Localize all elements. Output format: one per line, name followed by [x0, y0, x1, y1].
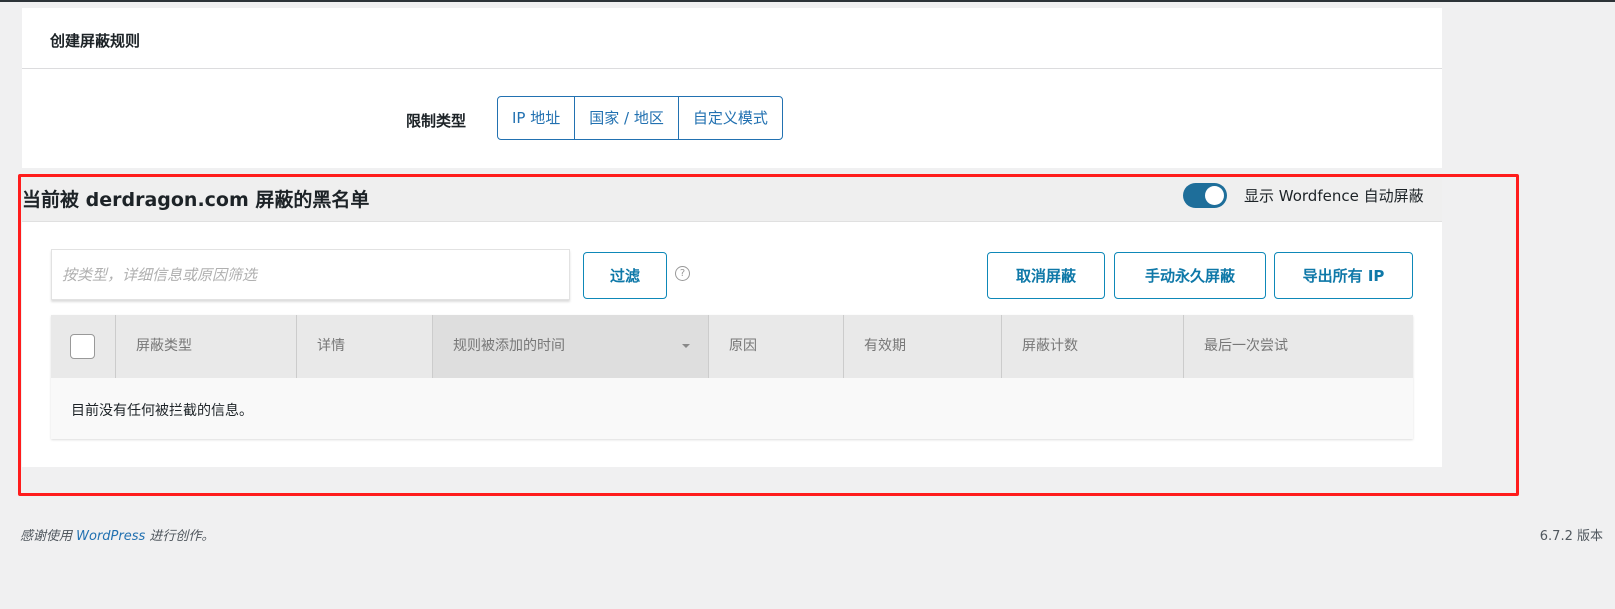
blocks-table: 屏蔽类型 详情 规则被添加的时间 原因 有效期 屏蔽计数 最后一次尝试 目前没有…	[51, 315, 1413, 439]
blacklist-card: 过滤 ? 取消屏蔽 手动永久屏蔽 导出所有 IP 屏蔽类型 详情 规则被添加的时…	[22, 221, 1442, 467]
col-expiration[interactable]: 有效期	[843, 315, 1001, 378]
export-ips-button[interactable]: 导出所有 IP	[1274, 252, 1413, 299]
filter-input[interactable]	[51, 249, 570, 300]
unblock-button[interactable]: 取消屏蔽	[987, 252, 1105, 299]
auto-block-toggle[interactable]	[1183, 183, 1227, 208]
option-custom-pattern[interactable]: 自定义模式	[677, 97, 782, 139]
blacklist-header: 当前被 derdragon.com 屏蔽的黑名单 显示 Wordfence 自动…	[20, 176, 1442, 221]
divider	[22, 68, 1442, 69]
toggle-label: 显示 Wordfence 自动屏蔽	[1244, 187, 1424, 205]
help-icon[interactable]: ?	[675, 266, 690, 281]
col-last-attempt[interactable]: 最后一次尝试	[1183, 315, 1413, 378]
col-added-time[interactable]: 规则被添加的时间	[432, 315, 708, 378]
sort-caret-icon	[682, 344, 690, 348]
footer-text: 感谢使用	[20, 529, 77, 544]
admin-bar-edge	[0, 0, 1615, 2]
filter-button[interactable]: 过滤	[583, 252, 667, 299]
col-reason[interactable]: 原因	[708, 315, 843, 378]
footer-text: 进行创作。	[145, 529, 215, 544]
footer-thanks: 感谢使用 WordPress 进行创作。	[20, 525, 214, 544]
blacklist-title: 当前被 derdragon.com 屏蔽的黑名单	[22, 189, 370, 211]
col-block-count[interactable]: 屏蔽计数	[1001, 315, 1183, 378]
select-all-checkbox[interactable]	[70, 334, 95, 359]
restriction-type-segmented: IP 地址 国家 / 地区 自定义模式	[497, 96, 783, 140]
empty-message: 目前没有任何被拦截的信息。	[51, 378, 1413, 439]
block-permanently-button[interactable]: 手动永久屏蔽	[1114, 252, 1266, 299]
col-label: 规则被添加的时间	[453, 338, 565, 354]
version-label: 6.7.2 版本	[1539, 529, 1603, 544]
create-rule-panel: 创建屏蔽规则 限制类型 IP 地址 国家 / 地区 自定义模式	[22, 8, 1442, 168]
option-ip-address[interactable]: IP 地址	[498, 97, 574, 139]
option-country[interactable]: 国家 / 地区	[574, 97, 678, 139]
col-details[interactable]: 详情	[296, 315, 432, 378]
restriction-type-label: 限制类型	[406, 112, 467, 130]
panel-title: 创建屏蔽规则	[50, 32, 141, 50]
wordpress-link[interactable]: WordPress	[76, 529, 145, 544]
table-header: 屏蔽类型 详情 规则被添加的时间 原因 有效期 屏蔽计数 最后一次尝试	[51, 315, 1413, 378]
col-block-type[interactable]: 屏蔽类型	[115, 315, 296, 378]
